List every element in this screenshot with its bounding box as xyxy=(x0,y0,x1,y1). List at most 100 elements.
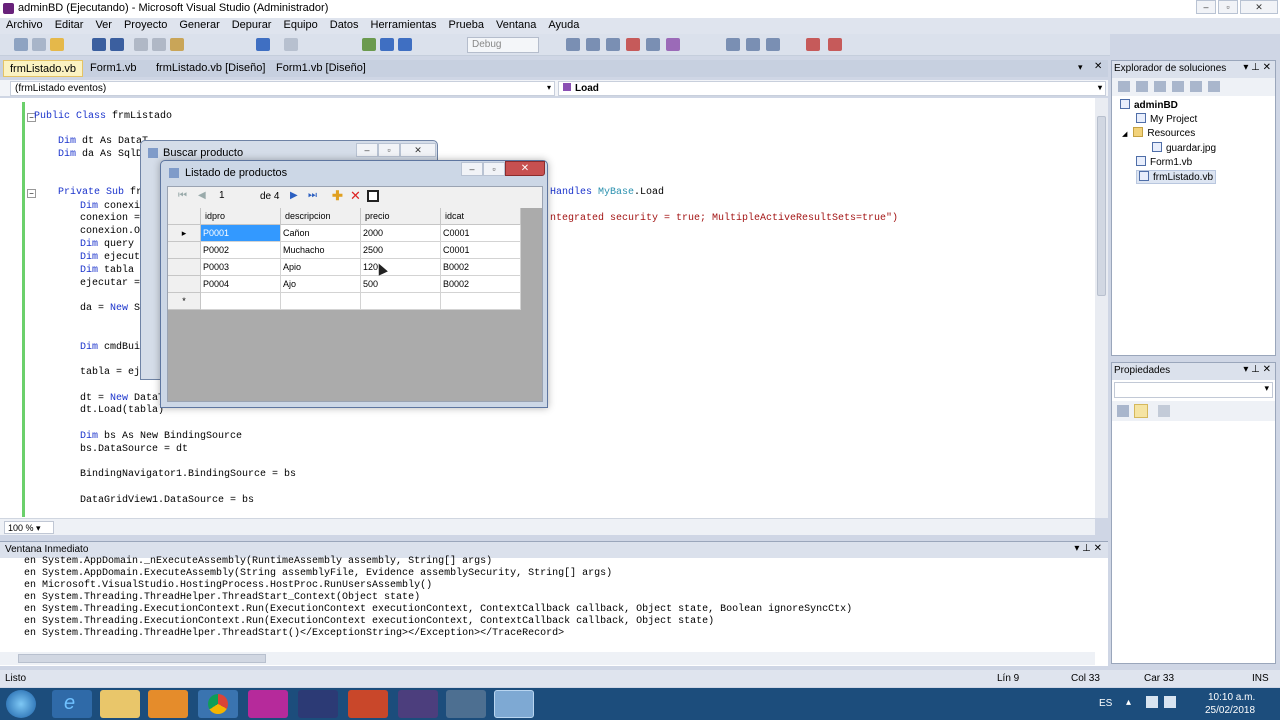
maximize-button[interactable]: ▫ xyxy=(378,143,400,157)
language-indicator[interactable]: ES xyxy=(1099,698,1112,709)
grid-cell[interactable]: B0002 xyxy=(441,276,521,293)
grid-cell[interactable]: C0001 xyxy=(441,242,521,259)
volume-icon[interactable] xyxy=(1164,696,1176,708)
tree-item-resources[interactable]: ◢ Resources xyxy=(1122,127,1195,139)
grid-cell[interactable]: P0001 xyxy=(201,225,281,242)
column-header-descripcion[interactable]: descripcion xyxy=(281,208,361,225)
menu-depurar[interactable]: Depurar xyxy=(226,18,278,31)
properties-icon[interactable] xyxy=(606,38,620,51)
extension-icon[interactable] xyxy=(666,38,680,51)
column-header-idcat[interactable]: idcat xyxy=(441,208,521,225)
maximize-button[interactable]: ▫ xyxy=(1218,0,1238,14)
tree-item-frmlistado[interactable]: frmListado.vb xyxy=(1136,170,1217,184)
app-icon[interactable] xyxy=(248,690,288,718)
grid-cell[interactable]: 2500 xyxy=(361,242,441,259)
tab-form1-design[interactable]: Form1.vb [Diseño] xyxy=(270,60,372,77)
new-project-icon[interactable] xyxy=(14,38,28,51)
row-header[interactable] xyxy=(168,259,201,276)
tab-dropdown-icon[interactable]: ▾ xyxy=(1078,62,1083,73)
show-all-files-icon[interactable] xyxy=(1136,81,1148,92)
class-diagram-icon[interactable] xyxy=(1208,81,1220,92)
media-player-icon[interactable] xyxy=(148,690,188,718)
row-header[interactable] xyxy=(168,276,201,293)
grid-cell[interactable]: C0001 xyxy=(441,225,521,242)
stop-icon[interactable] xyxy=(398,38,412,51)
grid-cell[interactable]: P0003 xyxy=(201,259,281,276)
products-grid[interactable]: idpro descripcion precio idcat ▸ P0001 C… xyxy=(168,208,542,401)
menu-generar[interactable]: Generar xyxy=(173,18,225,31)
start-icon[interactable] xyxy=(362,38,376,51)
tree-item-guardar[interactable]: guardar.jpg xyxy=(1152,142,1216,154)
minimize-button[interactable]: – xyxy=(1196,0,1216,14)
property-pages-icon[interactable] xyxy=(1158,405,1170,417)
breakpoint-icon[interactable] xyxy=(828,38,842,51)
tools-icon[interactable] xyxy=(446,690,486,718)
delete-icon[interactable]: ✕ xyxy=(350,188,361,204)
grid-cell[interactable]: Cañon xyxy=(281,225,361,242)
tray-arrow-icon[interactable]: ▴ xyxy=(1126,697,1131,708)
undo-icon[interactable] xyxy=(256,38,270,51)
refresh-icon[interactable] xyxy=(1154,81,1166,92)
menu-proyecto[interactable]: Proyecto xyxy=(118,18,173,31)
position-input[interactable]: 1 xyxy=(216,189,256,204)
grid-cell[interactable]: 500 xyxy=(361,276,441,293)
debug-options-icon[interactable] xyxy=(806,38,820,51)
tree-item-my-project[interactable]: My Project xyxy=(1136,113,1197,125)
new-row-cell[interactable] xyxy=(361,293,441,310)
start-button[interactable] xyxy=(6,690,36,718)
close-button[interactable]: ✕ xyxy=(400,143,436,157)
powerpoint-icon[interactable] xyxy=(348,690,388,718)
add-new-icon[interactable]: ✚ xyxy=(332,188,343,204)
solution-config-select[interactable]: Debug xyxy=(467,37,539,53)
tab-frmlistado-design[interactable]: frmListado.vb [Diseño] xyxy=(150,60,271,77)
immediate-window[interactable]: Ventana Inmediato ▾ ⊥ ✕ en System.AppDom… xyxy=(0,541,1108,666)
menu-editar[interactable]: Editar xyxy=(49,18,90,31)
properties-icon[interactable] xyxy=(1118,81,1130,92)
maximize-button[interactable]: ▫ xyxy=(483,162,505,176)
save-all-icon[interactable] xyxy=(110,38,124,51)
copy-icon[interactable] xyxy=(152,38,166,51)
immediate-horizontal-scrollbar[interactable] xyxy=(0,652,1095,665)
menu-datos[interactable]: Datos xyxy=(324,18,365,31)
row-header[interactable] xyxy=(168,242,201,259)
grid-cell[interactable]: Ajo xyxy=(281,276,361,293)
pin-icon[interactable]: ▾ ⊥ ✕ xyxy=(1243,62,1271,73)
tab-close-icon[interactable]: ✕ xyxy=(1094,61,1102,72)
eclipse-icon[interactable] xyxy=(298,690,338,718)
move-previous-icon[interactable]: ◀ xyxy=(198,190,206,201)
menu-ventana[interactable]: Ventana xyxy=(490,18,542,31)
tree-item-form1[interactable]: Form1.vb xyxy=(1136,156,1192,168)
save-icon[interactable] xyxy=(92,38,106,51)
collapse-icon[interactable]: − xyxy=(27,189,36,198)
menu-herramientas[interactable]: Herramientas xyxy=(365,18,443,31)
menu-prueba[interactable]: Prueba xyxy=(443,18,490,31)
editor-vertical-scrollbar[interactable] xyxy=(1095,98,1108,518)
running-app-icon[interactable] xyxy=(494,690,534,718)
minimize-button[interactable]: – xyxy=(461,162,483,176)
move-last-icon[interactable]: ⏭ xyxy=(308,190,317,201)
grid-cell[interactable]: Muchacho xyxy=(281,242,361,259)
toolbox-icon[interactable] xyxy=(626,38,640,51)
paste-icon[interactable] xyxy=(170,38,184,51)
close-button[interactable]: ✕ xyxy=(1240,0,1278,14)
tab-form1-vb[interactable]: Form1.vb xyxy=(84,60,142,77)
method-select[interactable]: Load ▾ xyxy=(558,81,1106,96)
editor-horizontal-scrollbar[interactable]: 100 % ▾ xyxy=(0,518,1095,535)
format-icon[interactable] xyxy=(726,38,740,51)
pin-icon[interactable]: ▾ ⊥ ✕ xyxy=(1074,543,1102,554)
pin-icon[interactable]: ▾ ⊥ ✕ xyxy=(1243,364,1271,375)
alphabetical-icon[interactable] xyxy=(1134,404,1148,418)
listado-productos-window[interactable]: Listado de productos – ▫ ✕ ⏮ ◀ 1 de 4 ▶ … xyxy=(160,160,548,408)
redo-icon[interactable] xyxy=(284,38,298,51)
column-header-precio[interactable]: precio xyxy=(361,208,441,225)
view-designer-icon[interactable] xyxy=(1190,81,1202,92)
visual-studio-icon[interactable] xyxy=(398,690,438,718)
properties-object-select[interactable]: ▾ xyxy=(1114,382,1273,398)
grid-cell[interactable]: B0002 xyxy=(441,259,521,276)
ie-icon[interactable]: e xyxy=(52,690,92,718)
move-first-icon[interactable]: ⏮ xyxy=(178,190,187,201)
cut-icon[interactable] xyxy=(134,38,148,51)
grid-cell[interactable]: P0004 xyxy=(201,276,281,293)
clock-date[interactable]: 25/02/2018 xyxy=(1205,705,1255,716)
menu-archivo[interactable]: Archivo xyxy=(0,18,49,31)
